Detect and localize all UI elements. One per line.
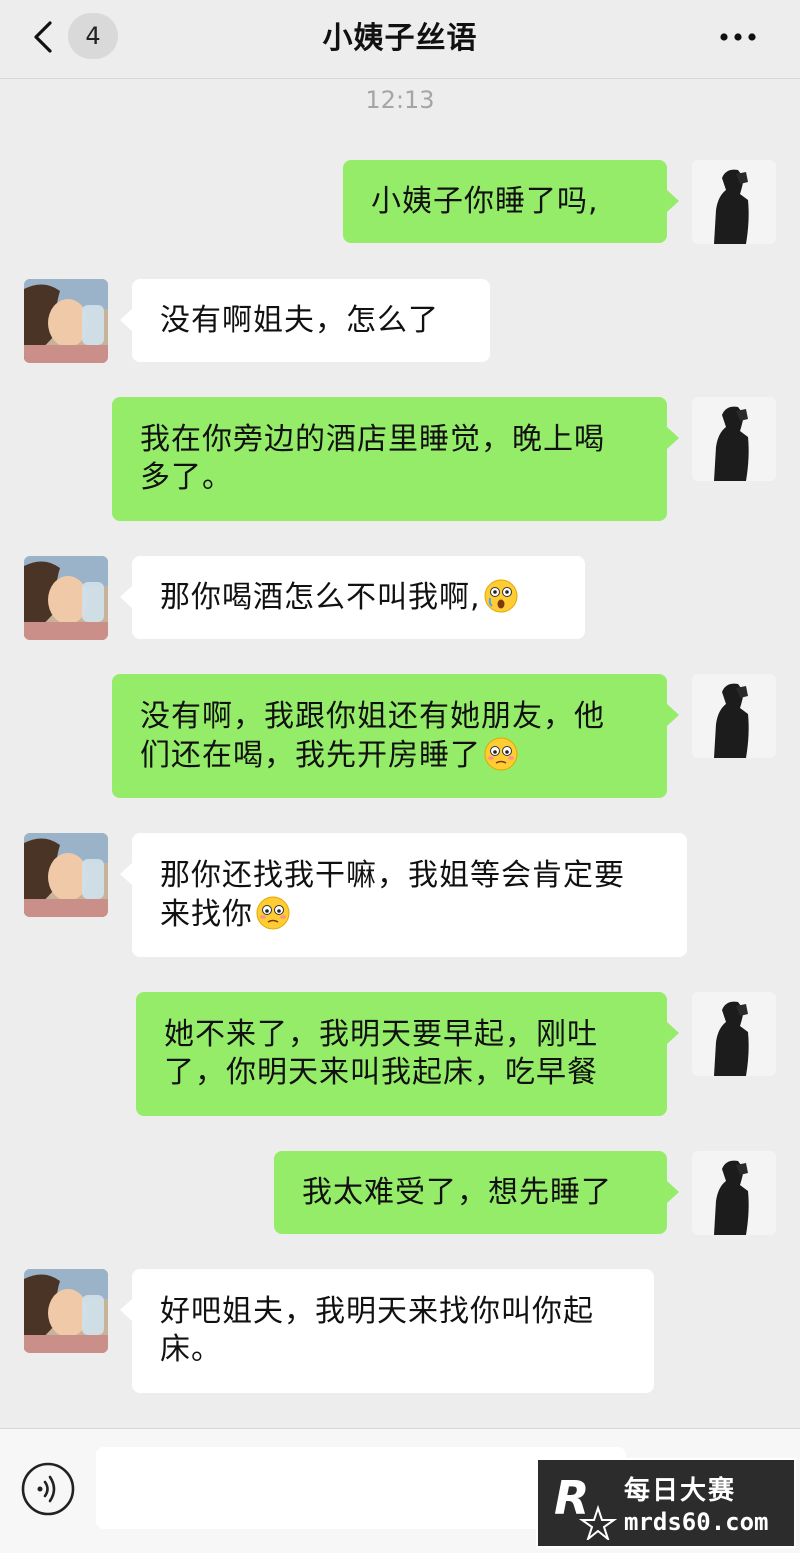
message-text-content: 那你还找我干嘛，我姐等会肯定要 来找你 xyxy=(160,857,625,932)
shocked-emoji-icon xyxy=(484,579,518,613)
message-text: 我在你旁边的酒店里睡觉，晚上喝 多了。 xyxy=(140,422,605,495)
avatar-image xyxy=(24,556,108,640)
contact-avatar[interactable] xyxy=(24,1269,108,1353)
message-text: 我太难受了，想先睡了 xyxy=(302,1174,612,1210)
my-avatar[interactable] xyxy=(692,674,776,758)
avatar-image xyxy=(24,279,108,363)
message-bubble-received[interactable]: 没有啊姐夫，怎么了 xyxy=(120,279,490,362)
avatar-image xyxy=(692,992,776,1076)
my-avatar[interactable] xyxy=(692,1151,776,1235)
message-bubble-sent[interactable]: 她不来了，我明天要早起，刚吐 了，你明天来叫我起床，吃早餐 xyxy=(136,992,679,1116)
message-text-content: 没有啊，我跟你姐还有她朋友，他 们还在喝，我先开房睡了 xyxy=(140,698,605,773)
message-text: 没有啊，我跟你姐还有她朋友，他 们还在喝，我先开房睡了 xyxy=(140,698,605,775)
message-bubble-sent[interactable]: 我太难受了，想先睡了 xyxy=(274,1151,679,1234)
flushed-emoji-icon xyxy=(256,896,290,929)
message-text: 小姨子你睡了吗, xyxy=(371,183,599,219)
message-text: 那你喝酒怎么不叫我啊, xyxy=(160,578,519,617)
avatar-image xyxy=(692,1151,776,1235)
message-bubble-received[interactable]: 那你还找我干嘛，我姐等会肯定要 来找你 xyxy=(120,833,687,957)
chat-header: 4 小姨子丝语 xyxy=(0,0,800,79)
voice-input-icon[interactable] xyxy=(20,1461,76,1517)
avatar-image xyxy=(24,1269,108,1353)
watermark-title: 每日大赛 xyxy=(624,1476,737,1506)
message-text-content: 那你喝酒怎么不叫我啊, xyxy=(160,580,481,615)
my-avatar[interactable] xyxy=(692,160,776,244)
avatar-image xyxy=(24,833,108,917)
message-bubble-received[interactable]: 好吧姐夫，我明天来找你叫你起 床。 xyxy=(120,1269,654,1393)
chat-title: 小姨子丝语 xyxy=(322,21,478,56)
watermark-logo-icon: R xyxy=(554,1471,618,1540)
contact-avatar[interactable] xyxy=(24,279,108,363)
message-timestamp: 12:13 xyxy=(365,86,435,114)
my-avatar[interactable] xyxy=(692,992,776,1076)
watermark-url: mrds60.com xyxy=(624,1508,769,1536)
svg-text:R: R xyxy=(554,1471,589,1525)
contact-avatar[interactable] xyxy=(24,556,108,640)
contact-avatar[interactable] xyxy=(24,833,108,917)
message-bubble-sent[interactable]: 小姨子你睡了吗, xyxy=(343,160,679,243)
avatar-image xyxy=(692,674,776,758)
message-bubble-sent[interactable]: 我在你旁边的酒店里睡觉，晚上喝 多了。 xyxy=(112,397,679,521)
message-bubble-received[interactable]: 那你喝酒怎么不叫我啊, xyxy=(120,556,585,639)
message-text: 那你还找我干嘛，我姐等会肯定要 来找你 xyxy=(160,857,625,934)
message-bubble-sent[interactable]: 没有啊，我跟你姐还有她朋友，他 们还在喝，我先开房睡了 xyxy=(112,674,679,798)
message-text: 没有啊姐夫，怎么了 xyxy=(160,302,439,338)
more-options-icon[interactable] xyxy=(716,22,760,52)
message-text: 她不来了，我明天要早起，刚吐 了，你明天来叫我起床，吃早餐 xyxy=(164,1017,598,1090)
flushed-emoji-icon xyxy=(484,737,518,770)
avatar-image xyxy=(692,160,776,244)
my-avatar[interactable] xyxy=(692,397,776,481)
watermark: R 每日大赛 mrds60.com xyxy=(536,1458,796,1548)
avatar-image xyxy=(692,397,776,481)
message-text: 好吧姐夫，我明天来找你叫你起 床。 xyxy=(160,1294,594,1367)
